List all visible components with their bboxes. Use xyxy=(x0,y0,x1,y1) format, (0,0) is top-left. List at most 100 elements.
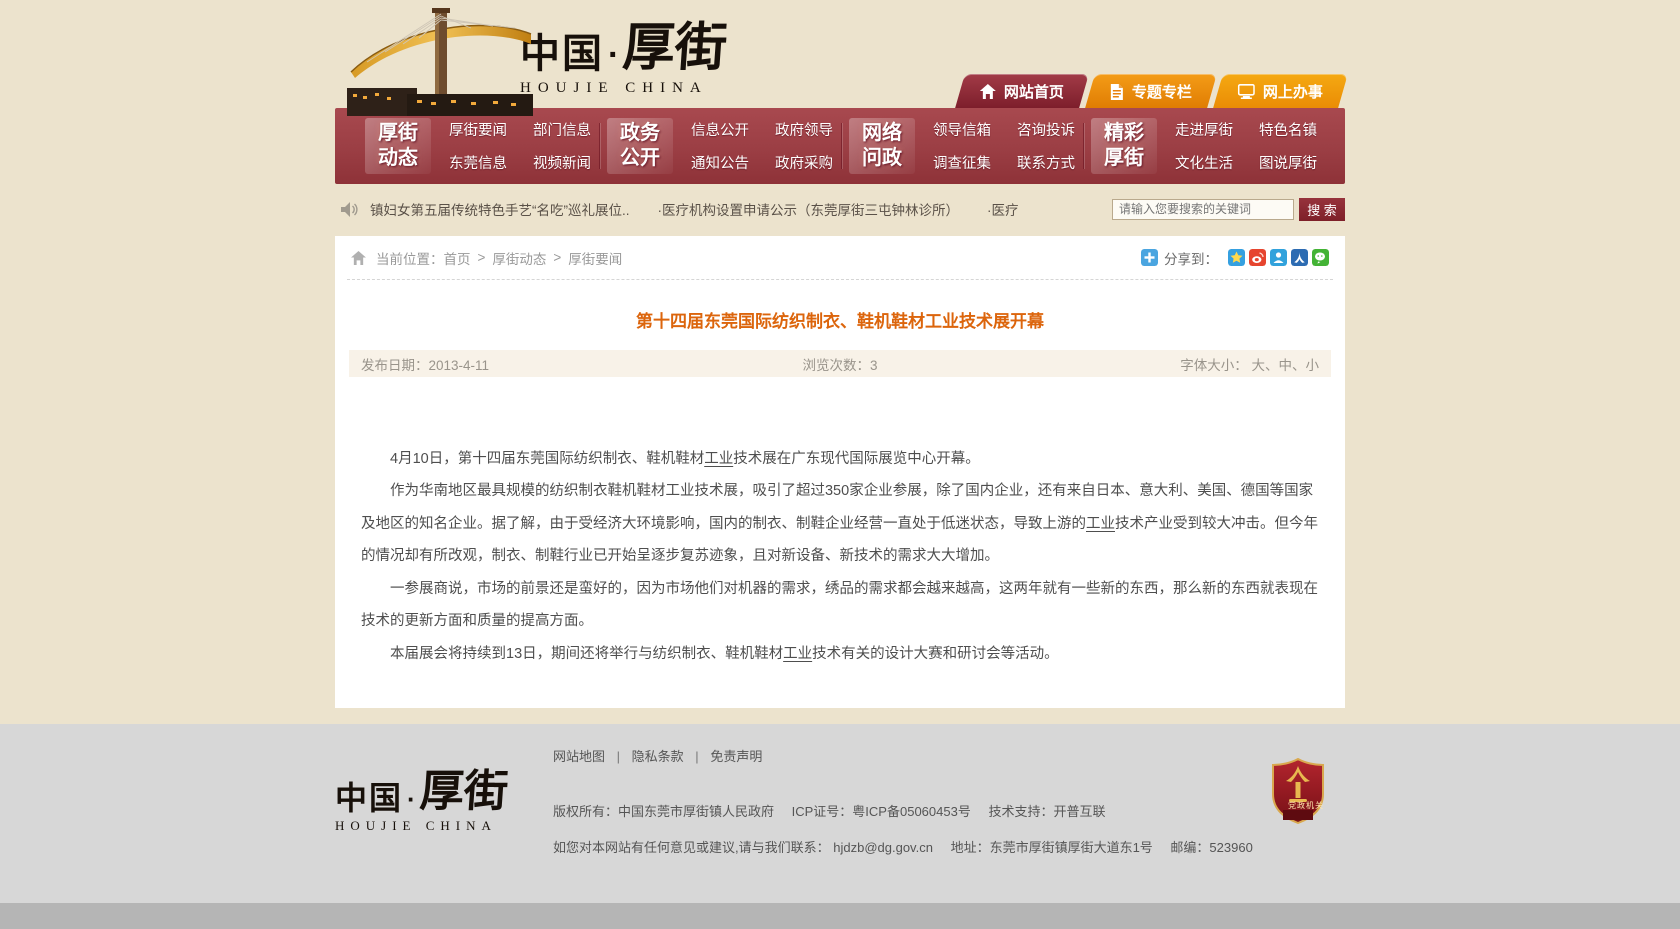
footer-copyright-line: 版权所有：中国东莞市厚街镇人民政府 ICP证号：粤ICP备05060453号 技… xyxy=(553,801,1271,820)
footer: 中国 · 厚街 HOUJIE CHINA 网站地图 | 隐私条款 | 免责声明 … xyxy=(0,724,1680,929)
footer-link-sitemap[interactable]: 网站地图 xyxy=(553,749,605,764)
nav-title-houjie-dongtai[interactable]: 厚街 动态 xyxy=(365,118,431,174)
pengyou-icon[interactable] xyxy=(1270,249,1287,266)
share-plus-icon[interactable] xyxy=(1141,249,1158,266)
article-paragraph: 本届展会将持续到13日，期间还将举行与纺织制衣、鞋机鞋材工业技术有关的设计大赛和… xyxy=(361,638,1319,670)
icp-number: ICP证号：粤ICP备05060453号 xyxy=(792,804,971,819)
nav-title-zhengwu-gongkai[interactable]: 政务 公开 xyxy=(607,118,673,174)
breadcrumb-item-yaowen[interactable]: 厚街要闻 xyxy=(568,248,622,268)
header: 中国 · 厚街 HOUJIE CHINA 网站首页 xyxy=(335,0,1345,108)
article-paragraph: 4月10日，第十四届东莞国际纺织制衣、鞋机鞋材工业技术展在广东现代国际展览中心开… xyxy=(361,443,1319,475)
breadcrumb-item-home[interactable]: 首页 xyxy=(444,248,471,268)
gov-badge[interactable]: 党政机关 xyxy=(1271,740,1345,873)
announcement-item[interactable]: 镇妇女第五届传统特色手艺“名吃”巡礼展位.. xyxy=(370,199,630,219)
tech-support: 技术支持：开普互联 xyxy=(988,804,1105,819)
search-button[interactable]: 搜 索 xyxy=(1299,198,1345,221)
tab-topics[interactable]: 专题专栏 xyxy=(1085,74,1217,108)
footer-logo[interactable]: 中国 · 厚街 HOUJIE CHINA xyxy=(335,740,553,873)
article-paragraph: 一参展商说，市场的前景还是蛮好的，因为市场他们对机器的需求，绣品的需求都会越来越… xyxy=(361,573,1319,638)
tab-label: 网站首页 xyxy=(1004,81,1064,102)
footer-bottom-strip xyxy=(0,903,1680,929)
nav-link[interactable]: 领导信箱 xyxy=(933,119,991,140)
nav-group-gov-affairs: 政务 公开 信息公开 政府领导 通知公告 政府采购 xyxy=(607,118,833,174)
site-logo[interactable]: 中国 · 厚街 HOUJIE CHINA xyxy=(520,22,727,97)
publish-date: 发布日期：2013-4-11 xyxy=(361,354,489,374)
breadcrumb-item-dongtai[interactable]: 厚街动态 xyxy=(492,248,546,268)
contact-label: 如您对本网站有任何意见或建议,请与我们联系： xyxy=(553,840,830,855)
document-icon xyxy=(1110,83,1124,99)
article-paragraph: 作为华南地区最具规模的纺织制衣鞋机鞋材工业技术展，吸引了超过350家企业参展，除… xyxy=(361,475,1319,572)
main-navbar: 厚街 动态 厚街要闻 部门信息 东莞信息 视频新闻 政务 公开 信息公开 政府领… xyxy=(335,108,1345,184)
contact-email[interactable]: hjdzb@dg.gov.cn xyxy=(833,840,933,855)
home-icon xyxy=(351,251,366,265)
nav-link[interactable]: 通知公告 xyxy=(691,152,749,173)
font-size-label: 字体大小： xyxy=(1180,358,1248,373)
qzone-icon[interactable] xyxy=(1228,249,1245,266)
logo-brush: 厚街 xyxy=(622,22,730,74)
nav-link[interactable]: 部门信息 xyxy=(533,119,591,140)
content-panel: 当前位置： 首页 > 厚街动态 > 厚街要闻 分享到： xyxy=(335,236,1345,708)
nav-link[interactable]: 联系方式 xyxy=(1017,152,1075,173)
footer-links: 网站地图 | 隐私条款 | 免责声明 xyxy=(553,746,1271,765)
speaker-icon xyxy=(341,202,358,217)
article-title: 第十四届东莞国际纺织制衣、鞋机鞋材工业技术展开幕 xyxy=(345,307,1335,332)
font-size-options[interactable]: 大、中、小 xyxy=(1252,358,1320,373)
postcode: 邮编：523960 xyxy=(1170,840,1252,855)
site-logo-en: HOUJIE CHINA xyxy=(520,80,727,97)
footer-separator: | xyxy=(617,749,620,764)
announcement-item[interactable]: ·医疗机构设置申请公示（东莞厚街三屯钟林诊所） xyxy=(658,199,960,219)
top-tabs: 网站首页 专题专栏 xyxy=(954,74,1343,108)
breadcrumb: 当前位置： 首页 > 厚街动态 > 厚街要闻 分享到： xyxy=(347,236,1333,280)
footer-link-disclaimer[interactable]: 免责声明 xyxy=(710,749,762,764)
nav-link[interactable]: 特色名镇 xyxy=(1259,119,1317,140)
nav-divider xyxy=(599,123,600,169)
tab-online-services[interactable]: 网上办事 xyxy=(1213,74,1348,108)
footer-text: 网站地图 | 隐私条款 | 免责声明 版权所有：中国东莞市厚街镇人民政府 ICP… xyxy=(553,740,1271,873)
breadcrumb-separator: > xyxy=(553,250,561,265)
monitor-icon xyxy=(1238,84,1255,99)
nav-link[interactable]: 咨询投诉 xyxy=(1017,119,1075,140)
nav-link[interactable]: 信息公开 xyxy=(691,119,749,140)
nav-title-wangluo-wenzheng[interactable]: 网络 问政 xyxy=(849,118,915,174)
breadcrumb-separator: > xyxy=(478,250,486,265)
address: 地址：东莞市厚街镇厚街大道东1号 xyxy=(951,840,1153,855)
bridge-photo xyxy=(347,4,533,116)
wechat-icon[interactable] xyxy=(1312,249,1329,266)
font-size-control: 字体大小： 大、中、小 xyxy=(1180,354,1319,374)
footer-link-privacy[interactable]: 隐私条款 xyxy=(632,749,684,764)
nav-link[interactable]: 图说厚街 xyxy=(1259,152,1317,173)
renren-icon[interactable] xyxy=(1291,249,1308,266)
nav-link[interactable]: 走进厚街 xyxy=(1175,119,1233,140)
breadcrumb-label: 当前位置： xyxy=(376,248,444,268)
nav-link[interactable]: 文化生活 xyxy=(1175,152,1233,173)
logo-dot: · xyxy=(608,38,619,72)
nav-link[interactable]: 厚街要闻 xyxy=(449,119,507,140)
nav-group-dynamics: 厚街 动态 厚街要闻 部门信息 东莞信息 视频新闻 xyxy=(365,118,591,174)
tab-label: 网上办事 xyxy=(1263,81,1323,102)
nav-group-wonderful-houjie: 精彩 厚街 走进厚街 特色名镇 文化生活 图说厚街 xyxy=(1091,118,1317,174)
announcement-item[interactable]: ·医疗 xyxy=(987,199,1019,219)
view-count: 浏览次数：3 xyxy=(802,354,877,374)
tab-label: 专题专栏 xyxy=(1132,81,1192,102)
footer-contact-line: 如您对本网站有任何意见或建议,请与我们联系： hjdzb@dg.gov.cn 地… xyxy=(553,837,1271,856)
tab-home[interactable]: 网站首页 xyxy=(955,74,1089,108)
nav-title-jingcai-houjie[interactable]: 精彩 厚街 xyxy=(1091,118,1157,174)
share-label: 分享到： xyxy=(1164,248,1218,268)
weibo-icon[interactable] xyxy=(1249,249,1266,266)
nav-divider xyxy=(1083,123,1084,169)
nav-link[interactable]: 调查征集 xyxy=(933,152,991,173)
nav-link[interactable]: 东莞信息 xyxy=(449,152,507,173)
article-meta-bar: 发布日期：2013-4-11 浏览次数：3 字体大小： 大、中、小 xyxy=(349,350,1331,377)
gov-badge-icon xyxy=(1271,758,1325,824)
nav-divider xyxy=(841,123,842,169)
article-body: 4月10日，第十四届东莞国际纺织制衣、鞋机鞋材工业技术展在广东现代国际展览中心开… xyxy=(335,377,1345,670)
nav-link[interactable]: 视频新闻 xyxy=(533,152,591,173)
nav-link[interactable]: 政府采购 xyxy=(775,152,833,173)
site-logo-cn: 中国 · 厚街 xyxy=(520,22,727,74)
nav-link[interactable]: 政府领导 xyxy=(775,119,833,140)
share-bar: 分享到： xyxy=(1141,248,1329,268)
home-icon xyxy=(980,84,996,99)
gov-badge-label: 党政机关 xyxy=(1280,800,1332,811)
announcement-bar: 镇妇女第五届传统特色手艺“名吃”巡礼展位.. ·医疗机构设置申请公示（东莞厚街三… xyxy=(335,192,1345,226)
search-input[interactable] xyxy=(1112,199,1294,220)
